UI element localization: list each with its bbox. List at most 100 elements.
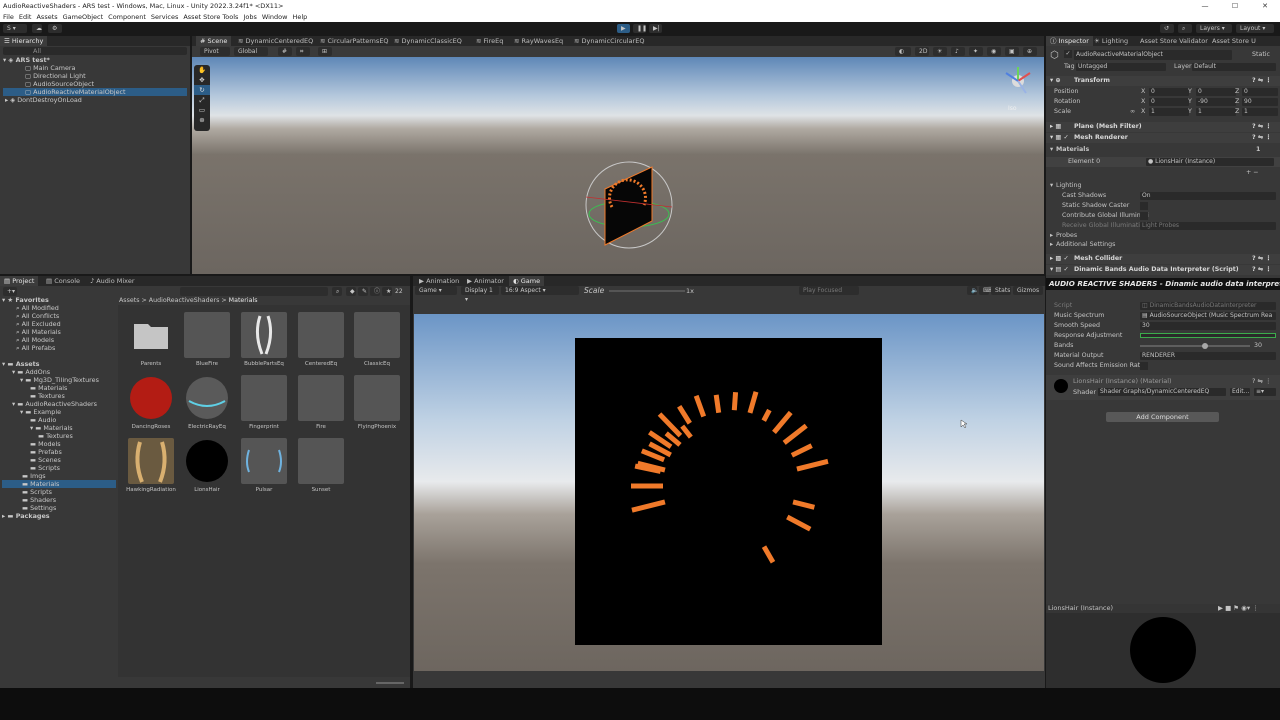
play-focused-dropdown[interactable]: Play Focused (799, 286, 859, 295)
tab-scene[interactable]: # Scene (196, 36, 232, 46)
menu-component[interactable]: Component (108, 13, 146, 21)
tab-animation[interactable]: ▶ Animation (415, 276, 463, 286)
tab-ray-waves-eq[interactable]: ≋ RayWavesEq (510, 36, 567, 46)
folder-item[interactable]: ▾ ▬ Example (2, 408, 116, 416)
rect-tool-icon[interactable]: ▭ (194, 105, 210, 115)
materials-row[interactable]: ▾ Materials 1 (1046, 145, 1280, 155)
menu-gameobject[interactable]: GameObject (63, 13, 104, 21)
lighting-toggle-icon[interactable]: ☀ (933, 47, 947, 56)
move-tool-icon[interactable]: ✥ (194, 75, 210, 85)
history-icon[interactable]: ↺ (1160, 24, 1174, 33)
asset-item[interactable]: Fingerprint (239, 375, 289, 433)
draw-mode-icon[interactable]: ◐ (895, 47, 911, 56)
shader-dropdown[interactable]: Shader Graphs/DynamicCenteredEQ (1098, 388, 1226, 396)
tab-dynamic-circular-eq[interactable]: ≋ DynamicCircularEQ (570, 36, 648, 46)
asset-item[interactable]: DancingRoses (126, 375, 176, 433)
cloud-icon[interactable]: ☁ (32, 24, 42, 33)
hierarchy-item[interactable]: ▢ AudioSourceObject (3, 80, 187, 88)
emission-checkbox[interactable] (1140, 362, 1148, 370)
receive-gi-dropdown[interactable]: Light Probes (1140, 222, 1276, 230)
tab-inspector[interactable]: ⓘ Inspector (1046, 36, 1093, 46)
shader-edit-button[interactable]: Edit... (1230, 388, 1250, 396)
search-icon[interactable]: ⌕ (1178, 24, 1192, 33)
scale-x[interactable]: 1 (1149, 108, 1189, 116)
grid-icon[interactable]: # (278, 47, 292, 56)
breadcrumb-item[interactable]: AudioReactiveShaders (149, 297, 220, 304)
create-button[interactable]: +▾ (3, 287, 17, 296)
shader-options-button[interactable]: ≡▾ (1254, 388, 1276, 396)
folder-item[interactable]: ▬ Models (2, 440, 116, 448)
asset-item[interactable]: Fire (296, 375, 346, 433)
help-icon[interactable]: ? ⇋ ⋮ (1252, 76, 1272, 86)
tab-dynamic-classic-eq[interactable]: ≋ DynamicClassicEQ (390, 36, 466, 46)
asset-item[interactable]: Sunset (296, 438, 346, 496)
info-icon[interactable]: ⓘ (370, 287, 380, 296)
tag-dropdown[interactable]: Untagged (1076, 63, 1166, 71)
tab-audio-mixer[interactable]: ♪ Audio Mixer (86, 276, 139, 286)
assets-header[interactable]: ▾ ▬ Assets (2, 360, 116, 368)
cast-shadows-dropdown[interactable]: On (1140, 192, 1276, 200)
rotation-y[interactable]: -90 (1196, 98, 1236, 106)
filter-label-icon[interactable]: ✎ (358, 287, 368, 296)
menu-asset-store-tools[interactable]: Asset Store Tools (183, 13, 238, 21)
layers-dropdown[interactable]: Layers ▾ (1196, 24, 1232, 33)
account-button[interactable]: S ▾ (3, 24, 27, 33)
spectrum-field[interactable]: ▤ AudioSourceObject (Music Spectrum Rea (1140, 312, 1276, 320)
minimize-button[interactable]: — (1190, 0, 1220, 12)
hierarchy-item-selected[interactable]: ▢ AudioReactiveMaterialObject (3, 88, 187, 96)
menu-jobs[interactable]: Jobs (243, 13, 256, 21)
favorite-item[interactable]: ⌕ All Modified (2, 304, 116, 312)
object-name-field[interactable]: AudioReactiveMaterialObject (1074, 50, 1232, 60)
mesh-renderer-header[interactable]: ▾ ▦ ✓ Mesh Renderer ? ⇋ ⋮ (1046, 133, 1280, 143)
packages-header[interactable]: ▸ ▬ Packages (2, 512, 116, 520)
tab-lighting[interactable]: ☀ Lighting (1090, 36, 1132, 46)
hierarchy-search[interactable]: All (3, 47, 187, 55)
folder-item[interactable]: ▬ Textures (2, 392, 116, 400)
scale-tool-icon[interactable]: ⤢ (194, 95, 210, 105)
bands-slider[interactable] (1140, 343, 1250, 349)
folder-item[interactable]: ▬ Scripts (2, 464, 116, 472)
folder-item[interactable]: ▬ Audio (2, 416, 116, 424)
rotation-x[interactable]: 0 (1149, 98, 1189, 106)
game-viewport[interactable] (414, 314, 1044, 671)
script-header[interactable]: ▾ ▤ ✓ Dinamic Bands Audio Data Interprete… (1046, 265, 1280, 275)
tab-fire-eq[interactable]: ≋ FireEq (472, 36, 507, 46)
asset-item[interactable]: CenteredEq (296, 312, 346, 370)
search-icon[interactable]: ⌕ (332, 287, 342, 296)
rotation-z[interactable]: 90 (1242, 98, 1278, 106)
pause-button[interactable]: ❚❚ (633, 24, 647, 33)
tab-circular-patterns-eq[interactable]: ≋ CircularPatternsEQ (316, 36, 393, 46)
favorite-item[interactable]: ⌕ All Excluded (2, 320, 116, 328)
contrib-gi-checkbox[interactable] (1140, 212, 1148, 220)
step-button[interactable]: ▶| (649, 24, 662, 33)
tab-animator[interactable]: ▶ Animator (463, 276, 508, 286)
zoom-slider[interactable] (376, 682, 404, 684)
folder-item[interactable]: ▾ ▬ AddOns (2, 368, 116, 376)
folder-item-selected[interactable]: ▬ Materials (2, 480, 116, 488)
gizmos-icon[interactable]: ⊕ (1023, 47, 1037, 56)
star-icon[interactable]: ★ (382, 287, 392, 296)
favorite-item[interactable]: ⌕ All Models (2, 336, 116, 344)
filter-type-icon[interactable]: ◆ (346, 287, 356, 296)
tab-hierarchy[interactable]: ☰ Hierarchy (0, 36, 48, 46)
breadcrumb-item[interactable]: Assets (119, 297, 140, 304)
mesh-filter-header[interactable]: ▸ ▦ Plane (Mesh Filter) ? ⇋ ⋮ (1046, 122, 1280, 132)
material-header[interactable]: LionsHair (Instance) (Material) ? ⇋ ⋮ Sh… (1046, 375, 1280, 400)
shortcuts-icon[interactable]: ⌨ (979, 286, 992, 295)
close-button[interactable]: ✕ (1250, 0, 1280, 12)
tab-game[interactable]: ◐ Game (509, 276, 545, 286)
static-shadow-checkbox[interactable] (1140, 202, 1148, 210)
audio-toggle-icon[interactable]: ♪ (951, 47, 965, 56)
scale-y[interactable]: 1 (1196, 108, 1236, 116)
transform-header[interactable]: ▾ ⊕ Transform ? ⇋ ⋮ (1046, 76, 1280, 86)
mesh-collider-header[interactable]: ▸ ▩ ✓ Mesh Collider ? ⇋ ⋮ (1046, 254, 1280, 264)
folder-item[interactable]: ▬ Scenes (2, 456, 116, 464)
tab-dynamic-centered-eq[interactable]: ≋ DynamicCenteredEQ (234, 36, 317, 46)
hierarchy-item[interactable]: ▢ Main Camera (3, 64, 187, 72)
mute-audio-icon[interactable]: 🔈 (967, 286, 978, 295)
asset-item[interactable]: LionsHair (182, 438, 232, 496)
increment-icon[interactable]: ⊞ (318, 47, 332, 56)
scene-root[interactable]: ▾ ◈ ARS test* (3, 56, 187, 64)
asset-item[interactable]: BubblePartsEq (239, 312, 289, 370)
position-z[interactable]: 0 (1242, 88, 1278, 96)
